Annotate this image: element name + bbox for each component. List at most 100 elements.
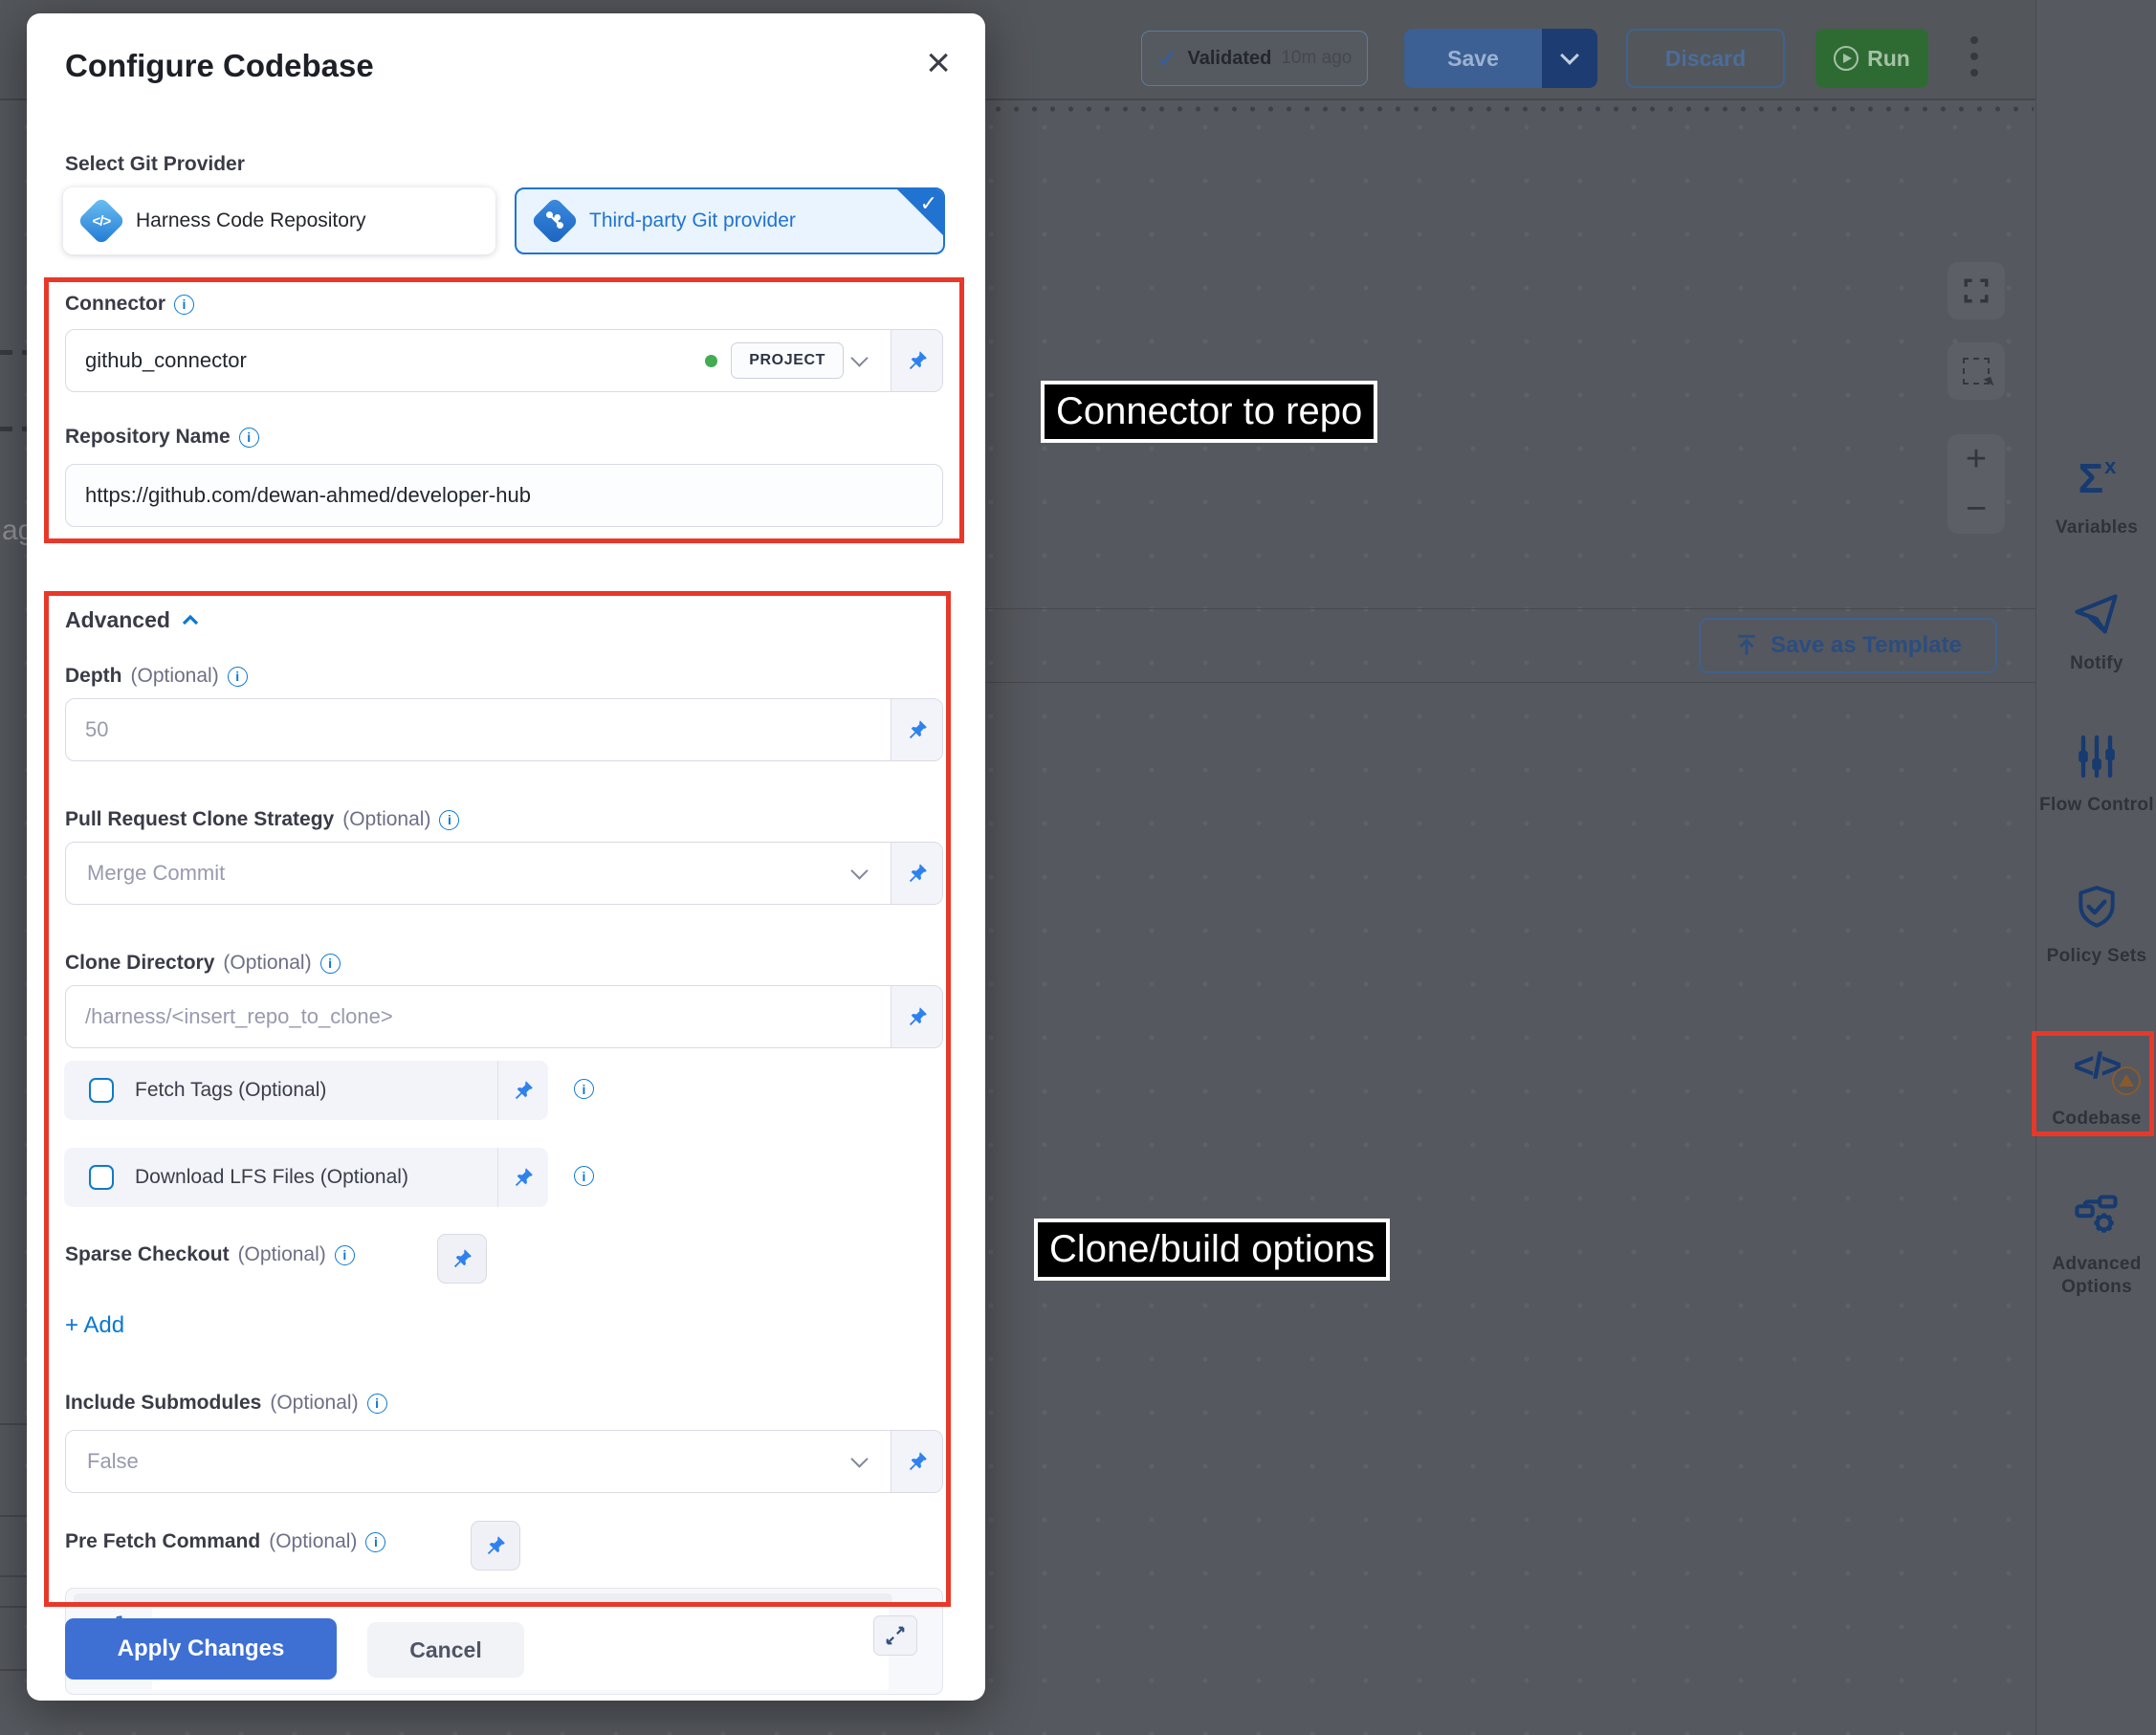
run-button[interactable]: Run [1815, 29, 1928, 88]
runtime-input-pin[interactable] [891, 330, 942, 391]
canvas-divider [985, 682, 2035, 683]
depth-input[interactable] [66, 717, 891, 742]
runtime-input-pin[interactable] [891, 699, 942, 760]
git-provider-section-label: Select Git Provider [65, 153, 245, 176]
include-submodules-select[interactable]: False [65, 1430, 943, 1493]
repository-name-label: Repository Name i [65, 426, 259, 449]
pin-icon [906, 718, 929, 741]
zoom-controls[interactable]: + − [1947, 434, 2005, 534]
sidebar-item-notify[interactable]: Notify [2036, 585, 2156, 675]
sidebar-item-flow-control[interactable]: Flow Control [2036, 727, 2156, 817]
provider-option-thirdparty[interactable]: Third-party Git provider ✓ [515, 187, 945, 254]
discard-button[interactable]: Discard [1626, 29, 1785, 88]
sidebar-item-variables[interactable]: Σx Variables [2036, 450, 2156, 539]
editor-expand-button[interactable] [873, 1615, 917, 1656]
connector-status-dot [705, 355, 717, 367]
pin-icon [906, 1450, 929, 1473]
save-split-button[interactable]: Save [1404, 29, 1597, 88]
fetch-tags-checkbox[interactable] [89, 1078, 114, 1103]
fetch-tags-row[interactable]: Fetch Tags (Optional) [64, 1061, 548, 1120]
connector-input[interactable] [66, 348, 705, 373]
sliders-icon [2074, 734, 2120, 780]
zoom-in-button[interactable]: + [1966, 441, 1987, 477]
flow-gear-icon [2072, 1191, 2122, 1241]
info-icon[interactable]: i [367, 1394, 387, 1414]
paper-plane-icon [2072, 590, 2122, 640]
expand-icon [885, 1625, 906, 1646]
more-options-menu[interactable] [1970, 36, 1980, 85]
info-icon[interactable]: i [228, 667, 248, 687]
repository-name-field[interactable] [65, 464, 943, 527]
info-icon[interactable]: i [174, 295, 194, 315]
info-icon[interactable]: i [574, 1166, 594, 1186]
info-icon[interactable]: i [335, 1245, 355, 1265]
save-as-template-button[interactable]: Save as Template [1699, 618, 1997, 673]
fullscreen-button[interactable] [1947, 262, 2005, 319]
chevron-down-icon[interactable] [850, 862, 868, 879]
save-button[interactable]: Save [1404, 29, 1542, 88]
zoom-out-button[interactable]: − [1966, 491, 1987, 527]
pin-icon [906, 1005, 929, 1028]
depth-field[interactable] [65, 698, 943, 761]
add-sparse-checkout-link[interactable]: + Add [65, 1312, 124, 1339]
validated-label: Validated [1188, 48, 1272, 70]
info-icon[interactable]: i [365, 1532, 385, 1552]
marquee-select-icon [1963, 358, 1990, 384]
sidebar-item-advanced-options[interactable]: Advanced Options [2036, 1186, 2156, 1299]
close-icon[interactable]: × [926, 42, 951, 84]
clone-directory-input[interactable] [66, 1004, 891, 1029]
pr-clone-strategy-select[interactable]: Merge Commit [65, 842, 943, 905]
fullscreen-icon [1963, 277, 1990, 304]
pre-fetch-pin-button[interactable] [471, 1521, 520, 1570]
play-icon [1834, 46, 1859, 71]
save-dropdown-button[interactable] [1542, 29, 1597, 88]
sidebar-item-codebase[interactable]: </> Codebase [2036, 1033, 2156, 1131]
pin-icon [512, 1079, 535, 1102]
pipeline-edge-dashes [0, 350, 27, 355]
download-lfs-row[interactable]: Download LFS Files (Optional) [64, 1148, 548, 1207]
repository-name-input[interactable] [66, 483, 942, 508]
annotation-label-connector: Connector to repo [1041, 381, 1377, 443]
provider-option-harness[interactable]: </> Harness Code Repository [63, 187, 495, 254]
validated-time: 10m ago [1281, 48, 1352, 69]
info-icon[interactable]: i [320, 954, 341, 974]
editor-toolbar [74, 1593, 892, 1606]
info-icon[interactable]: i [574, 1079, 594, 1099]
runtime-input-pin[interactable] [497, 1148, 548, 1207]
info-icon[interactable]: i [239, 428, 259, 448]
chevron-down-icon[interactable] [850, 349, 868, 366]
code-warning-icon: </> [2074, 1046, 2121, 1087]
download-lfs-checkbox[interactable] [89, 1165, 114, 1190]
upload-icon [1734, 633, 1759, 658]
git-icon [531, 197, 580, 246]
canvas-divider [985, 608, 2035, 609]
pre-fetch-command-label: Pre Fetch Command (Optional) i [65, 1530, 385, 1553]
sidebar-item-policy-sets[interactable]: Policy Sets [2036, 878, 2156, 968]
cancel-button[interactable]: Cancel [367, 1622, 524, 1678]
chevron-down-icon[interactable] [850, 1450, 868, 1467]
marquee-select-button[interactable] [1947, 342, 2005, 400]
runtime-input-pin[interactable] [891, 1431, 942, 1492]
warning-badge-icon [2112, 1066, 2141, 1095]
dialog-title: Configure Codebase [65, 48, 374, 84]
pin-icon [484, 1534, 507, 1557]
info-icon[interactable]: i [439, 810, 459, 830]
app-root: ✓ Validated 10m ago Save Discard Run + − [0, 0, 2156, 1735]
scope-badge: PROJECT [731, 342, 844, 379]
connector-field[interactable]: PROJECT [65, 329, 943, 392]
clone-directory-label: Clone Directory (Optional) i [65, 952, 341, 975]
pin-icon [451, 1247, 473, 1270]
depth-label: Depth (Optional) i [65, 665, 248, 688]
row-divider [0, 1423, 27, 1425]
validated-check-icon: ✓ [1157, 46, 1178, 71]
runtime-input-pin[interactable] [891, 986, 942, 1047]
runtime-input-pin[interactable] [891, 843, 942, 904]
sparse-checkout-pin-button[interactable] [437, 1234, 487, 1284]
clone-directory-field[interactable] [65, 985, 943, 1048]
advanced-section-toggle[interactable]: Advanced [65, 607, 201, 633]
configure-codebase-dialog: Configure Codebase × Select Git Provider… [27, 13, 985, 1701]
pr-clone-strategy-label: Pull Request Clone Strategy (Optional) i [65, 808, 459, 831]
runtime-input-pin[interactable] [497, 1061, 548, 1120]
pin-icon [906, 862, 929, 885]
apply-changes-button[interactable]: Apply Changes [65, 1618, 337, 1680]
